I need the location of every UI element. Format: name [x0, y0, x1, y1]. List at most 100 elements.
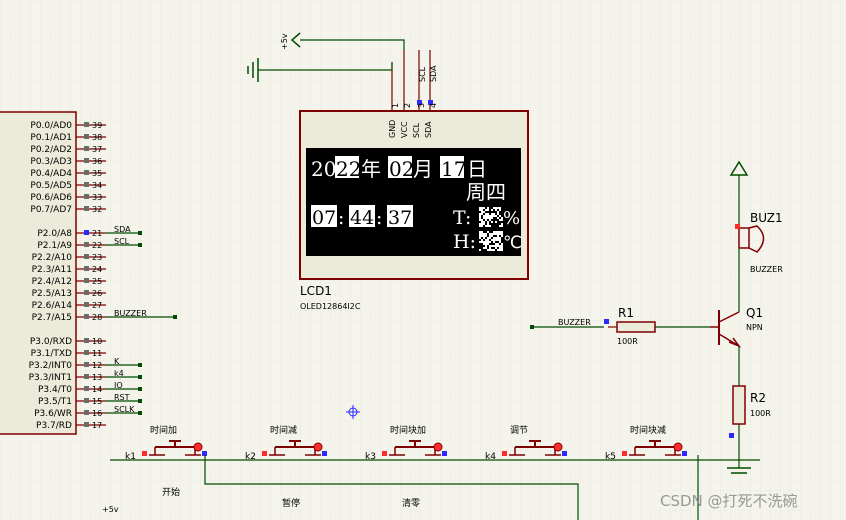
mcu-pin-number: 26 — [92, 289, 102, 298]
mcu-pin-marker — [84, 158, 89, 163]
mcu-pin-label: P2.5/A13 — [32, 289, 72, 299]
mcu-pin-label: P3.1/TXD — [31, 349, 72, 359]
lcd-pin-gnd: GND — [388, 120, 397, 138]
mcu-pin-label: P0.2/AD2 — [30, 145, 72, 155]
mcu-pin-number: 25 — [92, 277, 102, 286]
mcu-pin-number: 14 — [92, 385, 102, 394]
mcu-pin-marker — [84, 194, 89, 199]
mcu-pin-marker — [84, 410, 89, 415]
mcu-pin-label: P3.5/T1 — [38, 397, 72, 407]
mcu-pin-label: P3.0/RXD — [30, 337, 72, 347]
mcu-pin-label: P3.4/T0 — [38, 385, 72, 395]
mcu-pin-marker — [84, 422, 89, 427]
mcu-pin-marker — [84, 386, 89, 391]
mcu-pin-label: P3.7/RD — [36, 421, 72, 431]
button-pin — [682, 451, 687, 456]
mcu-pin-label: P0.5/AD5 — [30, 181, 72, 191]
button-actuator-icon — [313, 442, 323, 452]
button-actuator-icon — [433, 442, 443, 452]
mcu-pin-marker — [84, 266, 89, 271]
mcu-pin-marker — [84, 350, 89, 355]
lcd-net-scl: SCL — [418, 66, 427, 82]
lcd-net-sda: SDA — [429, 65, 438, 82]
r2-value: 100R — [750, 409, 771, 418]
mcu-pin-label: P3.2/INT0 — [29, 361, 73, 371]
mcu-pin-marker — [84, 302, 89, 307]
mcu-pin-number: 13 — [92, 373, 102, 382]
mcu-pin-label: P2.2/A10 — [32, 253, 73, 263]
oled-hum-label: H: — [453, 231, 476, 253]
button-actuator-icon — [193, 442, 203, 452]
mcu-pin-marker — [84, 170, 89, 175]
bottom-label-clear: 清零 — [402, 497, 420, 509]
button-pin — [262, 451, 267, 456]
lcd-pin-num-1: 1 — [391, 103, 400, 108]
mcu-pin-number: 27 — [92, 301, 102, 310]
lcd-pin-vcc: VCC — [400, 121, 409, 138]
mcu-pin-number: 21 — [92, 229, 102, 238]
mcu-pin-marker — [84, 134, 89, 139]
mcu-pin-number: 10 — [92, 337, 102, 346]
buzzer-part: BUZZER — [750, 265, 783, 274]
oled-hum-unit: ℃ — [503, 233, 522, 253]
mcu-pin-number: 17 — [92, 421, 102, 430]
button-pin — [322, 451, 327, 456]
mcu-pin-number: 35 — [92, 169, 102, 178]
mcu-pin-number: 11 — [92, 349, 102, 358]
mcu-pin-label: P0.3/AD3 — [30, 157, 72, 167]
oled-day: 17 — [441, 157, 466, 181]
oled-temp-unit: % — [503, 208, 520, 229]
lcd-pin-scl: SCL — [412, 122, 421, 138]
oled-day-char: 日 — [467, 157, 487, 181]
mcu-pin-number: 24 — [92, 265, 102, 274]
oled-temp-label: T: — [453, 207, 471, 229]
mcu-pin-marker — [84, 290, 89, 295]
mcu-pin-label: P0.7/AD7 — [30, 205, 72, 215]
button-title: 时间减 — [270, 424, 297, 436]
oled-minute: 44 — [350, 207, 374, 229]
r1-net-buzzer: BUZZER — [558, 318, 591, 327]
mcu-pin-number: 38 — [92, 133, 102, 142]
mcu-pin-marker — [84, 230, 89, 235]
lcd-part: OLED12864I2C — [300, 302, 361, 311]
mcu-pin-label: P0.4/AD4 — [30, 169, 72, 179]
oled-month: 02 — [389, 157, 414, 181]
mcu-pin-marker — [84, 122, 89, 127]
mcu-pin-label: P0.0/AD0 — [30, 121, 72, 131]
mcu-pin-marker — [84, 338, 89, 343]
lcd-pin-num-3: 3 — [417, 103, 426, 108]
mcu-pin-number: 22 — [92, 241, 102, 250]
button-actuator-icon — [553, 442, 563, 452]
button-pin — [502, 451, 507, 456]
mcu-pin-number: 32 — [92, 205, 102, 214]
mcu-pin-marker — [84, 254, 89, 259]
bottom-label-pause: 暂停 — [282, 497, 300, 509]
mcu-pin-label: P3.3/INT1 — [29, 373, 72, 383]
button-pin — [142, 451, 147, 456]
mcu-pin-marker — [84, 206, 89, 211]
lcd-pin-sda: SDA — [424, 121, 433, 138]
oled-year-char: 年 — [361, 157, 381, 181]
oled-colon-2: : — [376, 207, 382, 229]
mcu-pin-label: P2.6/A14 — [32, 301, 73, 311]
button-pin — [562, 451, 567, 456]
mcu-pin-number: 23 — [92, 253, 102, 262]
mcu-pin-number: 28 — [92, 313, 102, 322]
oled-hour: 07 — [312, 207, 336, 229]
mcu-pin-marker — [84, 278, 89, 283]
mcu-pin-marker — [84, 398, 89, 403]
bottom-label-start: 开始 — [162, 486, 180, 498]
oled-year-prefix: 20 — [311, 157, 336, 181]
mcu-pin-marker — [84, 146, 89, 151]
button-title: 时间加 — [150, 424, 177, 436]
mcu-pin-number: 12 — [92, 361, 102, 370]
button-pin — [622, 451, 627, 456]
oled-year: 22 — [336, 157, 361, 181]
mcu-pin-label: P2.3/A11 — [32, 265, 72, 275]
mcu-pin-marker — [84, 182, 89, 187]
button-title: 时间块减 — [630, 424, 666, 436]
mcu-pin-number: 34 — [92, 181, 102, 190]
mcu-pin-marker — [84, 374, 89, 379]
mcu-pin-label: P0.1/AD1 — [30, 133, 72, 143]
mcu-pin-number: 33 — [92, 193, 102, 202]
